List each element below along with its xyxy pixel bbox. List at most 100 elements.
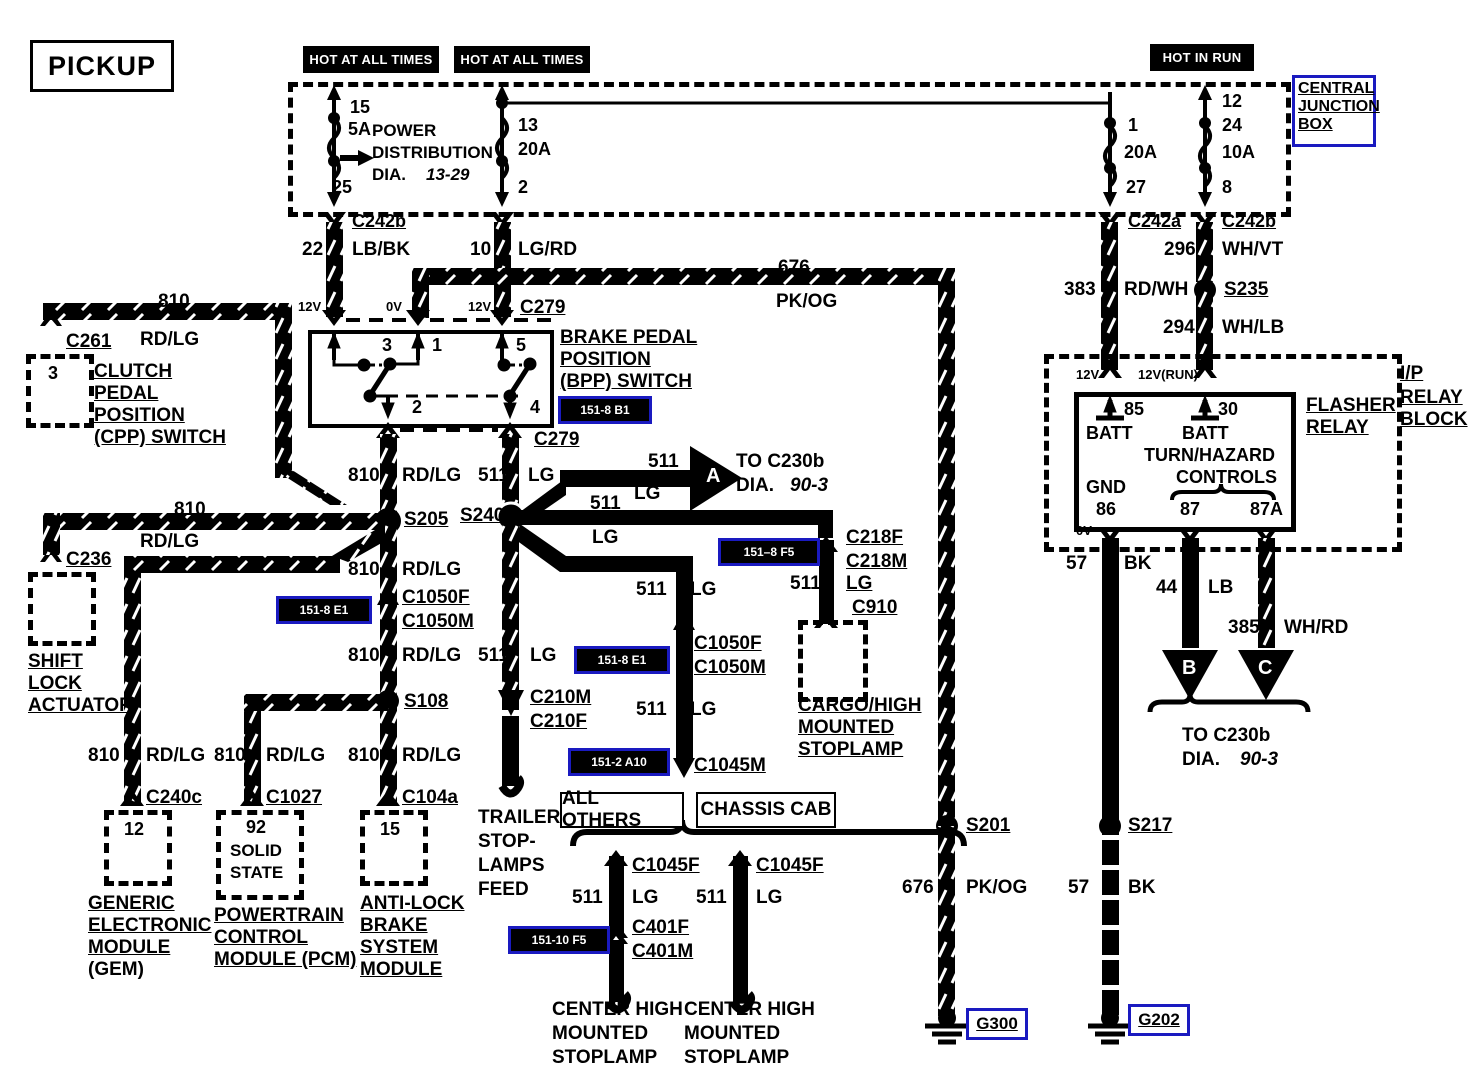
trailer-feed-1: TRAILER [478, 807, 561, 828]
fuse-1-top-pin: 15 [350, 97, 371, 117]
splice-s108-label: S108 [404, 691, 449, 712]
hot-banner-2: HOT AT ALL TIMES [454, 46, 590, 73]
wire-676b-color: PK/OG [966, 877, 1028, 898]
offpage-bc-line-1: TO C230b [1182, 725, 1271, 746]
shift-lock-symbol [28, 572, 96, 646]
splice-s235-label: S235 [1224, 279, 1269, 300]
relay-batt-right: BATT [1182, 423, 1229, 443]
relay-pin-30: 30 [1218, 399, 1239, 419]
cjb-line-3: BOX [1298, 116, 1333, 133]
bpp-pin-2: 2 [412, 397, 423, 417]
ip-relay-block-title-1: I/P [1400, 363, 1424, 384]
wire-511-cargo-color: LG [846, 573, 873, 594]
bpp-title-3: (BPP) SWITCH [560, 371, 692, 392]
connector-c242a: C242a [1128, 211, 1182, 231]
offpage-b-letter: B [1182, 657, 1197, 679]
pcm-inner-2: STATE [230, 863, 284, 882]
connector-c218f: C218F [846, 527, 904, 548]
wire-676-color: PK/OG [776, 291, 838, 312]
trailer-feed-2: STOP- [478, 831, 536, 852]
connector-c210m: C210M [530, 687, 592, 708]
connector-c1045m: C1045M [694, 755, 766, 776]
relay-pin-87: 87 [1180, 499, 1201, 519]
voltage-0v-lgrd: 0V [386, 299, 402, 314]
offpage-bc-ref: 90-3 [1240, 749, 1279, 770]
fuse-4-rating: 10A [1222, 142, 1256, 162]
fuse-3-bottom-pin: 27 [1126, 177, 1147, 197]
wire-385-num: 385 [1228, 617, 1260, 638]
wire-810-s205-dn-num: 810 [348, 559, 380, 580]
hot-banner-1: HOT AT ALL TIMES [303, 46, 439, 73]
bpp-pin-5: 5 [516, 335, 527, 355]
hot-banner-3: HOT IN RUN [1150, 44, 1254, 71]
variant-chassis-cab-label: CHASSIS CAB [700, 799, 832, 820]
chmsl1-title-3: STOPLAMP [552, 1047, 658, 1068]
chmsl2-title-1: CENTER HIGH [684, 999, 815, 1020]
offpage-a-line-2: DIA. [736, 475, 774, 496]
cargo-lamp-title-2: MOUNTED [798, 717, 895, 738]
connector-c1050m-1: C1050M [402, 611, 474, 632]
splice-s217-label: S217 [1128, 815, 1173, 836]
chmsl1-wire-num: 511 [572, 887, 603, 908]
connector-c242b-2: C242b [1222, 211, 1277, 231]
power-distribution-ref: 13-29 [426, 165, 470, 184]
power-distribution-title-2: DISTRIBUTION [372, 143, 493, 162]
relay-gnd: GND [1086, 477, 1126, 497]
gem-pin: 12 [124, 819, 145, 839]
fuse-2-rating: 20A [518, 139, 552, 159]
fuse-4-top-pin: 12 [1222, 91, 1243, 111]
pcm-title-1: POWERTRAIN [214, 905, 344, 926]
hot-banner-1-label: HOT AT ALL TIMES [309, 52, 433, 67]
wire-57b-color: BK [1128, 877, 1156, 898]
wire-810-shift-color: RD/LG [140, 531, 200, 552]
pcm-inner-1: SOLID [230, 841, 282, 860]
cargo-lamp-title-3: STOPLAMP [798, 739, 904, 760]
wire-676-num: 676 [778, 257, 810, 278]
offpage-a-line-1: TO C230b [736, 451, 825, 472]
cargo-lamp-title-1: CARGO/HIGH [798, 695, 922, 716]
cpp-switch-symbol [26, 354, 94, 428]
ip-relay-block-title-3: BLOCK [1400, 409, 1468, 430]
wire-22-color: LB/BK [352, 239, 411, 260]
wire-511-a-color: LG [634, 483, 661, 504]
relay-pin-85: 85 [1124, 399, 1145, 419]
wire-294-color: WH/LB [1222, 317, 1285, 338]
grid-ref-e1-left: 151-8 E1 [276, 596, 372, 624]
fuse-4-pin-24: 24 [1222, 115, 1243, 135]
page-title-box: PICKUP [30, 40, 174, 92]
wire-57-color: BK [1124, 553, 1152, 574]
connector-c910: C910 [852, 597, 898, 618]
fuse-1-bottom-pin: 25 [332, 177, 353, 197]
pcm-pin: 92 [246, 817, 267, 837]
abs-title-3: SYSTEM [360, 937, 439, 958]
bpp-title-2: POSITION [560, 349, 651, 370]
wire-383-num: 383 [1064, 279, 1096, 300]
connector-c401f: C401F [632, 917, 690, 938]
connector-c218m: C218M [846, 551, 908, 572]
ground-g300-label: G300 [966, 1008, 1028, 1040]
grid-ref-f5-10-label: 151-10 F5 [531, 933, 587, 947]
grid-ref-a10-label: 151-2 A10 [591, 755, 647, 769]
wire-810-cpp-num: 810 [158, 291, 190, 312]
wire-511-b-num: 511 [590, 493, 621, 514]
wire-57b-num: 57 [1068, 877, 1090, 898]
connector-c1027: C1027 [266, 787, 322, 808]
wiring-diagram-sheet: PICKUP HOT AT ALL TIMES HOT AT ALL TIMES… [0, 0, 1472, 1088]
grid-ref-f5-10: 151-10 F5 [508, 926, 610, 954]
wire-810-abs-num: 810 [348, 745, 380, 766]
abs-title-2: BRAKE [360, 915, 428, 936]
cpp-title-4: (CPP) SWITCH [94, 427, 226, 448]
bpp-pin-4: 4 [530, 397, 541, 417]
ip-relay-block-title-2: RELAY [1400, 387, 1463, 408]
grid-ref-f5: 151–8 F5 [718, 538, 820, 566]
relay-pin-87a: 87A [1250, 499, 1284, 519]
relay-batt-left: BATT [1086, 423, 1133, 443]
wire-810-pcm-color: RD/LG [266, 745, 326, 766]
connector-c279-top: C279 [520, 297, 566, 318]
gem-title-3: MODULE [88, 937, 171, 958]
offpage-c-letter: C [1258, 657, 1273, 679]
fuse-3-rating: 20A [1124, 142, 1158, 162]
wire-511-c279-num: 511 [478, 465, 509, 486]
fuse-4-bottom-pin: 8 [1222, 177, 1233, 197]
abs-pin: 15 [380, 819, 401, 839]
